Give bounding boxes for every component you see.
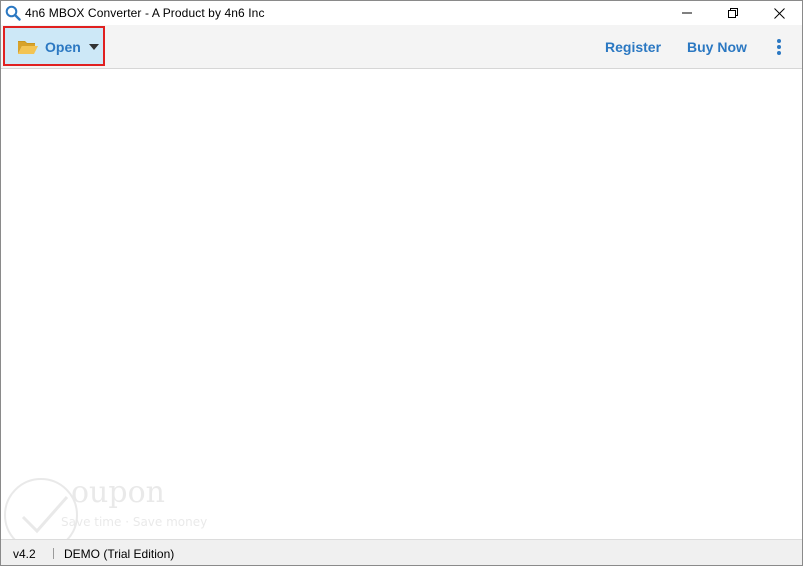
edition-label: DEMO (Trial Edition) [64, 547, 175, 561]
open-button[interactable]: Open [3, 26, 105, 66]
version-label: v4.2 [13, 547, 36, 561]
watermark-check-logo [4, 478, 78, 552]
folder-open-icon [18, 41, 38, 54]
restore-icon [728, 8, 738, 18]
toolbar: Open Register Buy Now [1, 25, 802, 69]
close-icon [773, 7, 785, 19]
status-separator [53, 548, 54, 559]
restore-button[interactable] [710, 1, 756, 25]
title-bar[interactable]: 4n6 MBOX Converter - A Product by 4n6 In… [1, 1, 802, 25]
app-window: 4n6 MBOX Converter - A Product by 4n6 In… [0, 0, 803, 566]
window-title: 4n6 MBOX Converter - A Product by 4n6 In… [25, 6, 265, 20]
status-bar: v4.2 DEMO (Trial Edition) [1, 539, 802, 565]
minimize-icon [682, 12, 692, 14]
search-icon [5, 5, 21, 21]
watermark-word: oupon [71, 475, 165, 510]
caret-down-icon[interactable] [89, 44, 99, 50]
main-content-area: oupon Save time · Save money [1, 69, 802, 552]
kebab-menu-icon[interactable] [773, 37, 785, 57]
minimize-button[interactable] [664, 1, 710, 25]
register-link[interactable]: Register [605, 39, 661, 55]
close-button[interactable] [756, 1, 802, 25]
watermark-tagline: Save time · Save money [61, 515, 208, 529]
buy-now-link[interactable]: Buy Now [687, 39, 747, 55]
open-label: Open [45, 39, 81, 55]
watermark: oupon Save time · Save money [1, 475, 221, 552]
